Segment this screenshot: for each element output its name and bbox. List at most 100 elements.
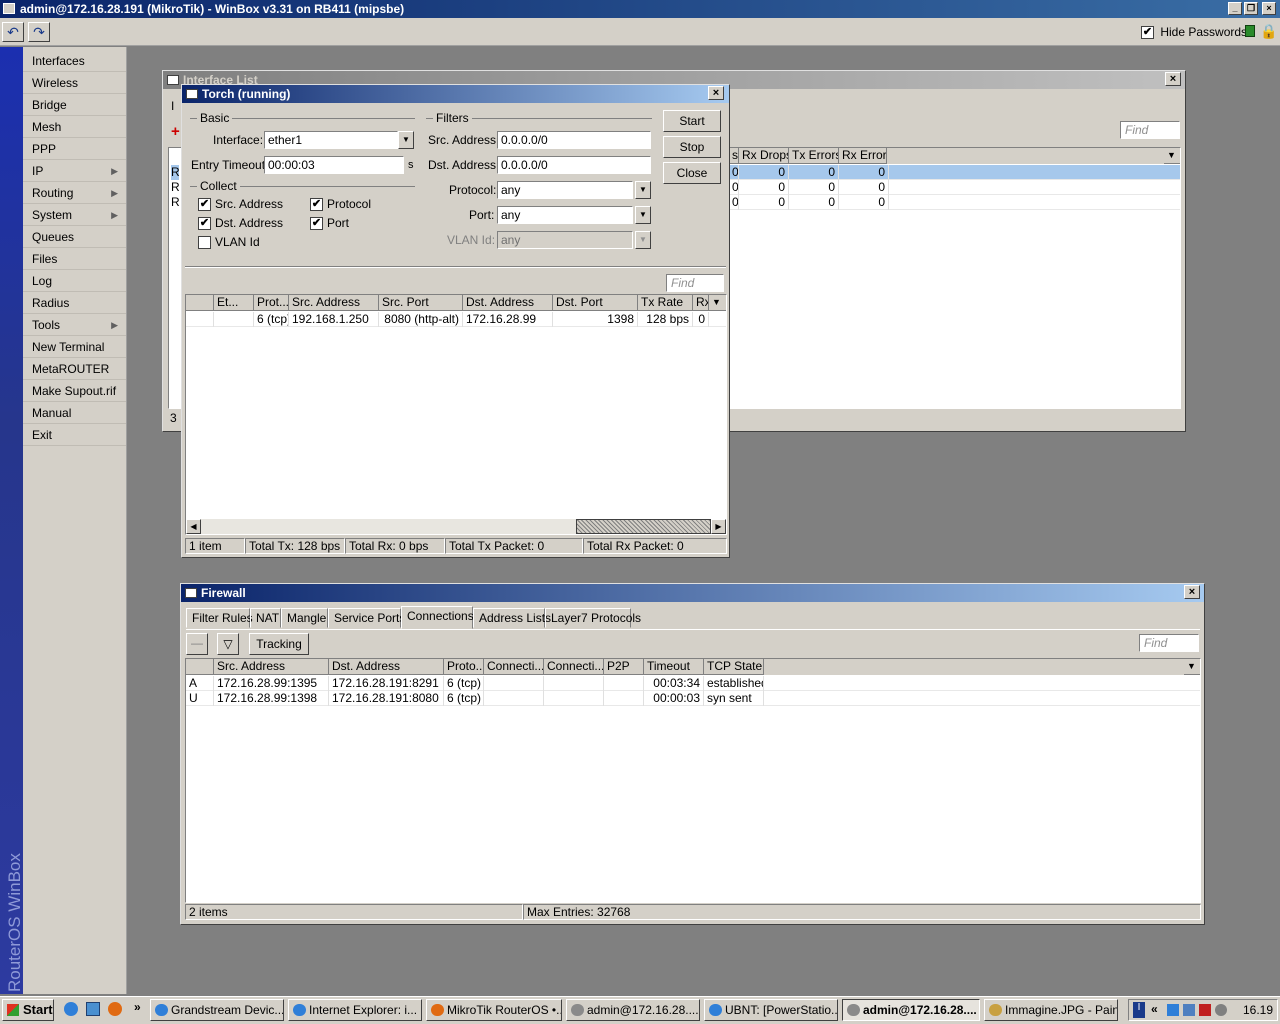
- scroll-left-icon[interactable]: ◀: [186, 519, 201, 534]
- scroll-right-icon[interactable]: ▶: [711, 519, 726, 534]
- taskbar-item[interactable]: admin@172.16.28....: [842, 999, 980, 1021]
- column-header[interactable]: Tx Errors: [789, 148, 839, 164]
- tab-layer7-protocols[interactable]: Layer7 Protocols: [545, 608, 641, 628]
- collect-vlan-id-option[interactable]: VLAN Id: [198, 235, 260, 250]
- menu-item-exit[interactable]: Exit: [23, 424, 126, 446]
- taskbar-item[interactable]: Internet Explorer: i...: [288, 999, 422, 1021]
- protocol-select[interactable]: any: [497, 181, 633, 199]
- filter-icon[interactable]: ▽: [217, 633, 239, 655]
- menu-item-wireless[interactable]: Wireless: [23, 72, 126, 94]
- tray-network-icon[interactable]: [1167, 1004, 1179, 1016]
- column-header[interactable]: s: [729, 148, 739, 164]
- checkbox[interactable]: ✔: [310, 198, 323, 212]
- interface-dropdown-icon[interactable]: ▼: [398, 131, 414, 149]
- collect-dst-address-option[interactable]: ✔ Dst. Address: [198, 216, 283, 231]
- taskbar-item[interactable]: Grandstream Devic...: [150, 999, 284, 1021]
- column-header[interactable]: Src. Address: [214, 659, 329, 675]
- hide-passwords-checkbox[interactable]: ✔: [1141, 26, 1154, 40]
- table-row[interactable]: 0000: [729, 180, 1180, 195]
- column-header[interactable]: Timeout: [644, 659, 704, 675]
- stop-button[interactable]: Stop: [663, 136, 721, 158]
- undo-icon[interactable]: ↶: [2, 22, 24, 42]
- column-menu-icon[interactable]: ▼: [1164, 148, 1180, 164]
- checkbox[interactable]: [198, 236, 211, 250]
- start-button[interactable]: Start: [2, 999, 54, 1021]
- table-row[interactable]: 0000: [729, 195, 1180, 210]
- checkbox[interactable]: ✔: [310, 217, 323, 231]
- menu-item-files[interactable]: Files: [23, 248, 126, 270]
- firefox-quicklaunch-icon[interactable]: [108, 1002, 122, 1016]
- flag-column-header[interactable]: [186, 659, 214, 675]
- torch-horizontal-scrollbar[interactable]: ◀ ▶: [186, 519, 726, 534]
- close-button[interactable]: Close: [663, 162, 721, 184]
- firewall-close-icon[interactable]: ×: [1184, 585, 1200, 599]
- checkbox[interactable]: ✔: [198, 198, 211, 212]
- tab-service-ports[interactable]: Service Ports: [328, 608, 405, 628]
- column-header[interactable]: Rx Errors: [839, 148, 887, 164]
- interface-list-find-input[interactable]: Find: [1120, 121, 1180, 139]
- taskbar-item[interactable]: MikroTik RouterOS •...: [426, 999, 562, 1021]
- interface-list-tab[interactable]: I: [171, 99, 174, 113]
- menu-item-radius[interactable]: Radius: [23, 292, 126, 314]
- table-row[interactable]: U 172.16.28.99:1398 172.16.28.191:8080 6 (t…: [186, 691, 1200, 706]
- checkbox[interactable]: ✔: [198, 217, 211, 231]
- tray-app-icon[interactable]: I: [1133, 1002, 1145, 1018]
- ie-quicklaunch-icon[interactable]: [64, 1002, 78, 1016]
- column-header[interactable]: Dst. Address: [329, 659, 444, 675]
- tab-nat[interactable]: NAT: [250, 608, 281, 628]
- interface-list-close-button[interactable]: ×: [1165, 72, 1181, 86]
- remove-icon[interactable]: —: [186, 633, 208, 655]
- menu-item-routing[interactable]: Routing ▶: [23, 182, 126, 204]
- firewall-find-input[interactable]: Find: [1139, 634, 1199, 652]
- column-header[interactable]: Prot...: [254, 295, 289, 311]
- tray-security-icon[interactable]: [1199, 1004, 1211, 1016]
- column-header[interactable]: Dst. Port: [553, 295, 638, 311]
- column-header[interactable]: Src. Address: [289, 295, 379, 311]
- torch-find-input[interactable]: Find: [666, 274, 724, 292]
- menu-item-ppp[interactable]: PPP: [23, 138, 126, 160]
- scroll-thumb[interactable]: [576, 519, 711, 534]
- column-header[interactable]: Connecti...: [484, 659, 544, 675]
- close-app-button[interactable]: ×: [1262, 2, 1276, 15]
- menu-item-bridge[interactable]: Bridge: [23, 94, 126, 116]
- port-select[interactable]: any: [497, 206, 633, 224]
- column-header[interactable]: TCP State: [704, 659, 764, 675]
- minimize-button[interactable]: _: [1228, 2, 1242, 15]
- quicklaunch-overflow-icon[interactable]: »: [134, 1000, 141, 1014]
- protocol-dropdown-icon[interactable]: ▼: [635, 181, 651, 199]
- collect-protocol-option[interactable]: ✔ Protocol: [310, 197, 371, 212]
- collect-src-address-option[interactable]: ✔ Src. Address: [198, 197, 283, 212]
- tab-mangle[interactable]: Mangle: [281, 608, 328, 628]
- taskbar-item[interactable]: Immagine.JPG - Paint: [984, 999, 1118, 1021]
- table-row[interactable]: 0000: [729, 165, 1180, 180]
- tab-connections[interactable]: Connections: [401, 606, 474, 629]
- column-menu-icon[interactable]: ▼: [1184, 659, 1200, 675]
- column-header[interactable]: Dst. Address: [463, 295, 553, 311]
- menu-item-manual[interactable]: Manual: [23, 402, 126, 424]
- column-header[interactable]: Proto...: [444, 659, 484, 675]
- taskbar-item[interactable]: admin@172.16.28....: [566, 999, 700, 1021]
- dst-address-input[interactable]: 0.0.0.0/0: [497, 156, 651, 174]
- tracking-button[interactable]: Tracking: [249, 633, 309, 655]
- menu-item-make-supout-rif[interactable]: Make Supout.rif: [23, 380, 126, 402]
- taskbar-item[interactable]: UBNT: [PowerStatio...: [704, 999, 838, 1021]
- column-header[interactable]: Connecti...: [544, 659, 604, 675]
- interface-select[interactable]: ether1: [264, 131, 398, 149]
- restore-button[interactable]: ❐: [1244, 2, 1258, 15]
- column-header[interactable]: Rx: [693, 295, 709, 311]
- menu-item-metarouter[interactable]: MetaROUTER: [23, 358, 126, 380]
- collect-port-option[interactable]: ✔ Port: [310, 216, 349, 231]
- menu-item-ip[interactable]: IP ▶: [23, 160, 126, 182]
- start-button[interactable]: Start: [663, 110, 721, 132]
- menu-item-new-terminal[interactable]: New Terminal: [23, 336, 126, 358]
- src-address-input[interactable]: 0.0.0.0/0: [497, 131, 651, 149]
- menu-item-system[interactable]: System ▶: [23, 204, 126, 226]
- column-header[interactable]: P2P: [604, 659, 644, 675]
- window-system-icon[interactable]: [3, 3, 15, 14]
- column-menu-icon[interactable]: ▼: [709, 295, 726, 311]
- menu-item-interfaces[interactable]: Interfaces: [23, 50, 126, 72]
- column-header[interactable]: Src. Port: [379, 295, 463, 311]
- column-header[interactable]: Tx Rate: [638, 295, 693, 311]
- menu-item-mesh[interactable]: Mesh: [23, 116, 126, 138]
- entry-timeout-input[interactable]: 00:00:03: [264, 156, 404, 174]
